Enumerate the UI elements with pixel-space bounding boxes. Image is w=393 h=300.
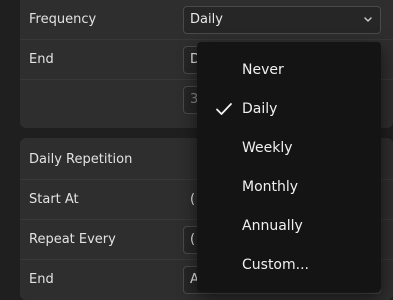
daily-repetition-title: Daily Repetition — [29, 152, 133, 167]
menu-item-label: Custom... — [242, 257, 309, 273]
end-label: End — [29, 52, 54, 67]
frequency-dropdown-menu: Never Daily Weekly Monthly Annually Cust… — [197, 42, 381, 292]
menu-item-label: Never — [242, 62, 284, 78]
start-at-label: Start At — [29, 192, 79, 207]
menu-item-monthly[interactable]: Monthly — [197, 168, 381, 207]
frequency-select[interactable]: Daily — [183, 6, 381, 34]
check-icon — [216, 103, 232, 115]
menu-item-label: Monthly — [242, 179, 299, 195]
menu-item-custom[interactable]: Custom... — [197, 246, 381, 285]
menu-item-weekly[interactable]: Weekly — [197, 129, 381, 168]
schedule-settings-panel: Frequency Daily End D 3 Daily Repetition — [0, 0, 393, 300]
menu-item-daily[interactable]: Daily — [197, 90, 381, 129]
menu-item-label: Weekly — [242, 140, 293, 156]
repeat-every-label: Repeat Every — [29, 232, 116, 247]
menu-item-annually[interactable]: Annually — [197, 207, 381, 246]
repeat-every-value: ( — [190, 232, 196, 247]
daily-end-label: End — [29, 272, 54, 287]
start-at-value[interactable]: ( — [190, 180, 195, 220]
menu-item-label: Daily — [242, 101, 278, 117]
frequency-select-value: Daily — [190, 12, 223, 27]
chevron-down-icon — [364, 17, 372, 22]
menu-item-never[interactable]: Never — [197, 51, 381, 90]
menu-item-label: Annually — [242, 218, 303, 234]
frequency-label: Frequency — [29, 12, 97, 27]
frequency-row: Frequency Daily — [20, 0, 393, 40]
